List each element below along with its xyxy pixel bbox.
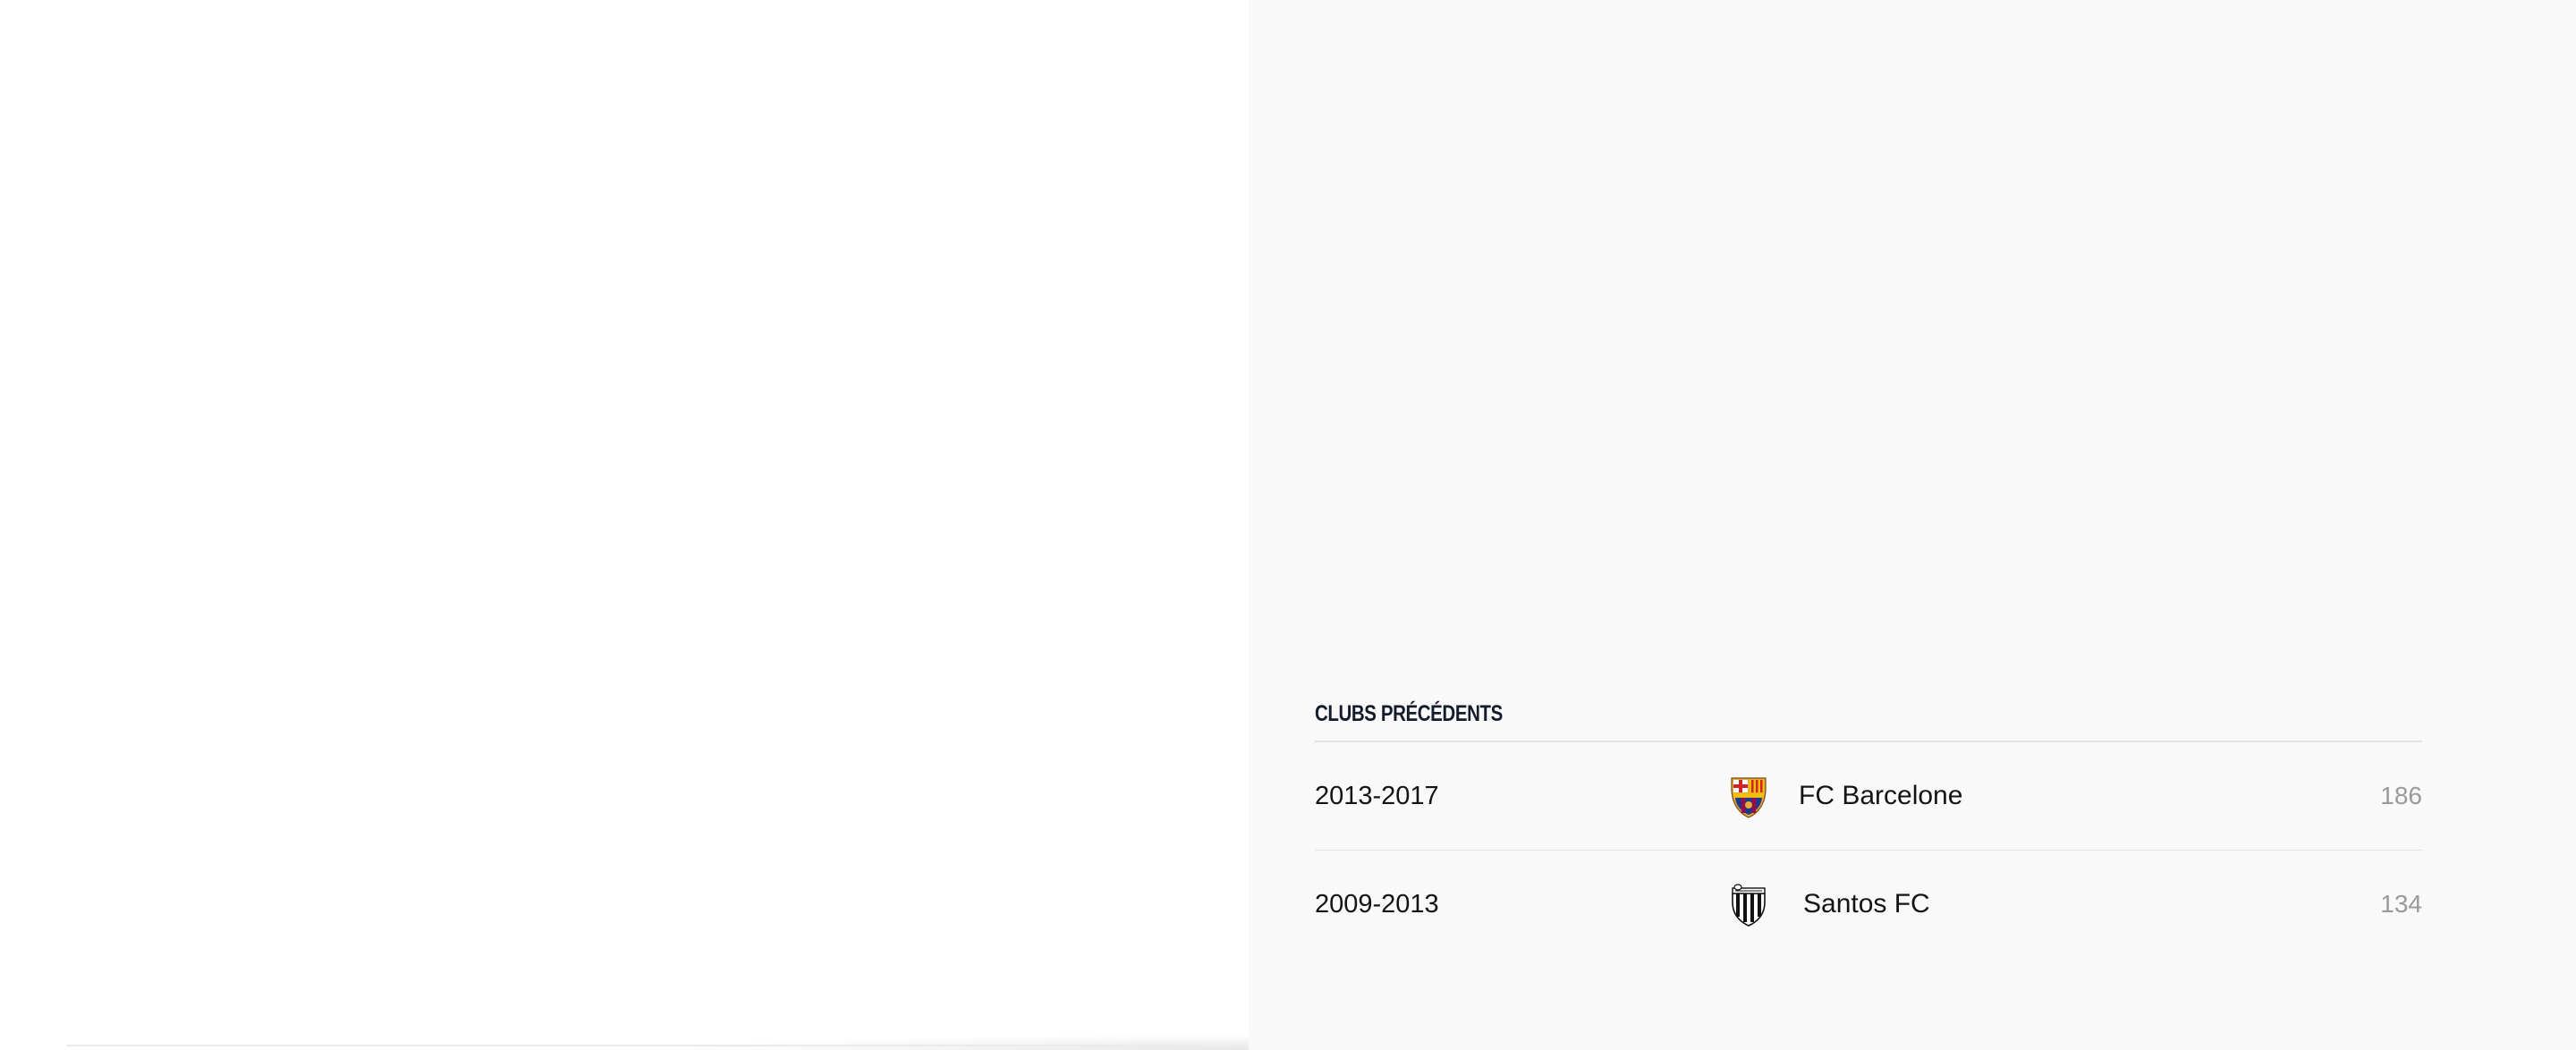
right-panel: CLUBS PRÉCÉDENTS 2013-2017 FC Barcelone — [1249, 0, 2576, 1050]
club-years: 2013-2017 — [1315, 782, 1439, 810]
previous-clubs-section: CLUBS PRÉCÉDENTS 2013-2017 FC Barcelone — [1315, 698, 2422, 958]
section-title: CLUBS PRÉCÉDENTS — [1315, 701, 1503, 726]
next-section-divider — [66, 1045, 1174, 1046]
club-name: FC Barcelone — [1799, 781, 1963, 810]
club-name: Santos FC — [1803, 889, 1930, 919]
club-years: 2009-2013 — [1315, 890, 1439, 919]
club-row[interactable]: 2009-2013 Santos FC 134 — [1315, 850, 2422, 958]
club-row[interactable]: 2013-2017 FC Barcelone 186 — [1315, 741, 2422, 850]
club-appearances: 186 — [2380, 782, 2422, 809]
club-appearances: 134 — [2380, 890, 2422, 918]
fc-barcelona-crest-icon — [1731, 777, 1767, 818]
santos-fc-crest-icon — [1732, 884, 1766, 927]
left-panel — [0, 0, 1249, 1050]
